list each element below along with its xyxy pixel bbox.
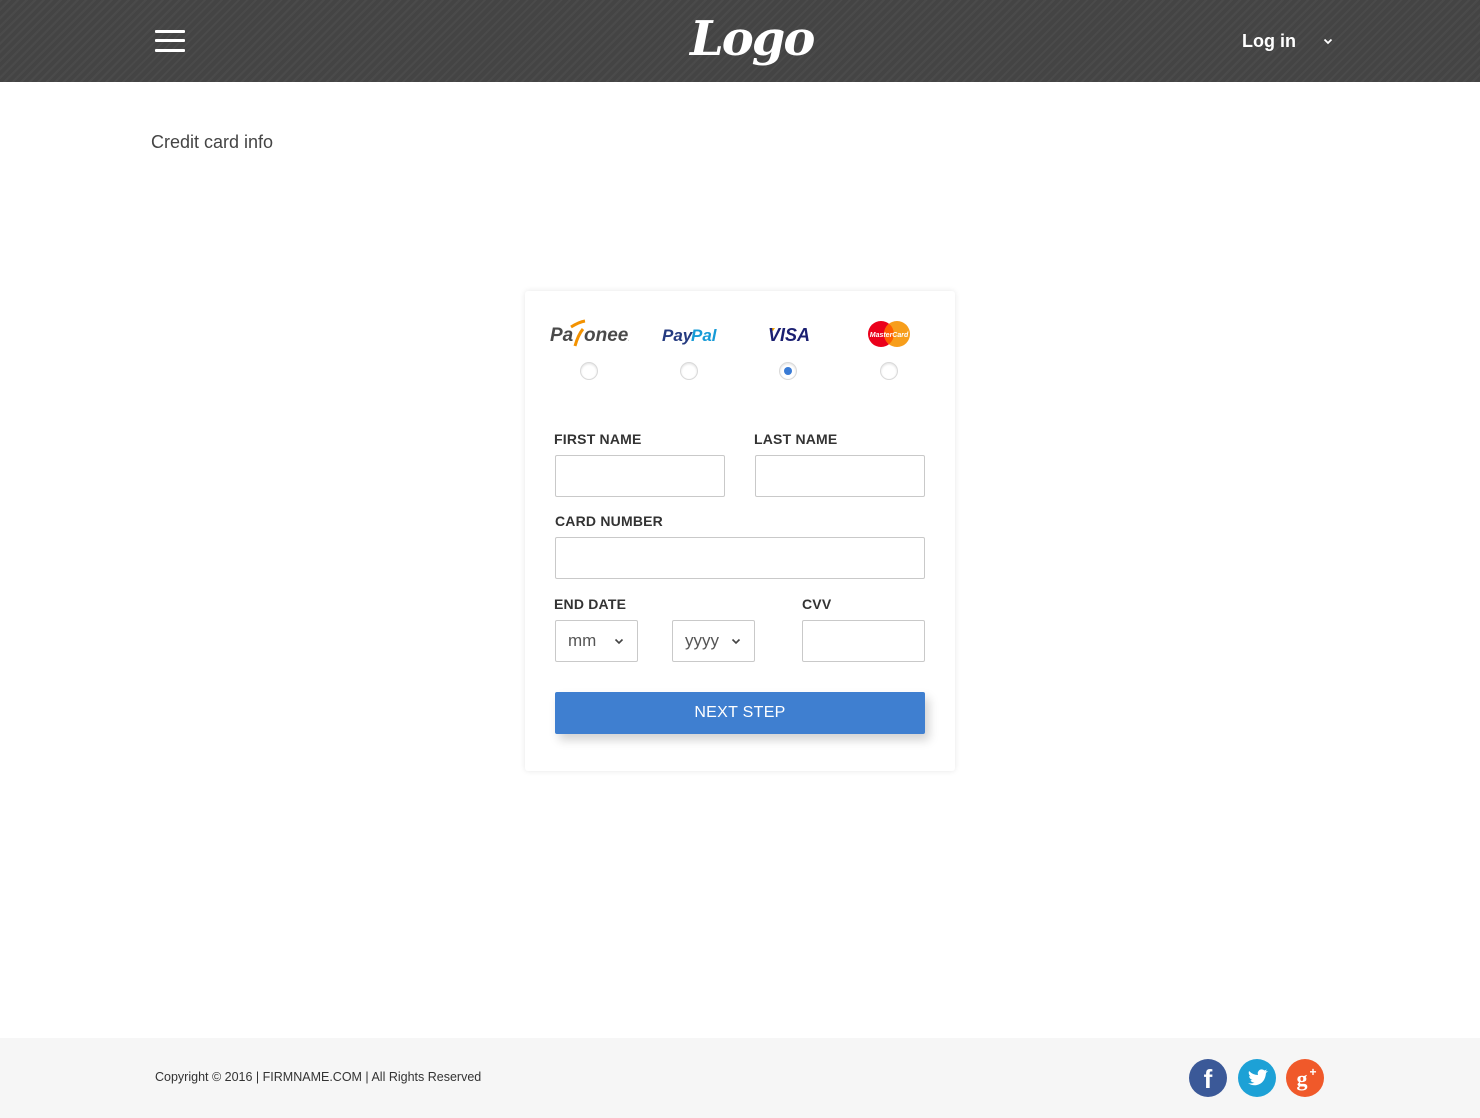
first-name-field[interactable] xyxy=(555,455,725,497)
month-select-value: mm xyxy=(568,631,597,650)
cvv-label: CVV xyxy=(802,596,832,612)
next-step-button[interactable]: NEXT STEP xyxy=(555,692,925,734)
svg-text:+: + xyxy=(1309,1065,1316,1079)
visa-logo-icon[interactable]: VISA xyxy=(744,319,834,349)
first-name-label: FIRST NAME xyxy=(554,431,642,447)
google-plus-icon[interactable]: g + xyxy=(1286,1059,1324,1097)
month-select[interactable]: mm xyxy=(555,620,638,662)
payoneer-logo-icon[interactable]: Pa oneer xyxy=(544,319,634,349)
svg-text:Pal: Pal xyxy=(691,326,718,345)
site-logo[interactable]: Logo xyxy=(690,6,815,72)
hamburger-menu-icon[interactable] xyxy=(155,29,185,53)
chevron-down-icon xyxy=(614,638,624,645)
visa-radio[interactable] xyxy=(779,362,797,380)
svg-text:f: f xyxy=(1204,1064,1213,1094)
page-title: Credit card info xyxy=(151,132,274,152)
facebook-icon[interactable]: f xyxy=(1189,1059,1227,1097)
copyright-text: Copyright © 2016 | FIRMNAME.COM | All Ri… xyxy=(155,1070,482,1084)
twitter-icon[interactable] xyxy=(1238,1059,1276,1097)
login-dropdown[interactable]: Log in xyxy=(1242,28,1334,54)
footer: Copyright © 2016 | FIRMNAME.COM | All Ri… xyxy=(0,1038,1480,1118)
svg-text:Pay: Pay xyxy=(662,326,694,345)
paypal-radio[interactable] xyxy=(680,362,698,380)
mastercard-logo-icon[interactable]: MasterCard xyxy=(844,319,934,349)
card-number-label: CARD NUMBER xyxy=(555,513,663,529)
last-name-label: LAST NAME xyxy=(754,431,838,447)
year-select[interactable]: yyyy xyxy=(672,620,755,662)
payoneer-radio[interactable] xyxy=(580,362,598,380)
last-name-field[interactable] xyxy=(755,455,925,497)
svg-text:VISA: VISA xyxy=(768,325,810,345)
svg-text:Pa: Pa xyxy=(550,325,574,346)
chevron-down-icon xyxy=(731,638,741,645)
year-select-value: yyyy xyxy=(685,631,719,650)
cvv-field[interactable] xyxy=(802,620,925,662)
paypal-logo-icon[interactable]: Pay Pal xyxy=(644,319,734,349)
mastercard-radio[interactable] xyxy=(880,362,898,380)
svg-text:MasterCard: MasterCard xyxy=(870,332,909,339)
chevron-down-icon xyxy=(1323,38,1333,45)
svg-text:oneer: oneer xyxy=(584,325,629,346)
card-number-field[interactable] xyxy=(555,537,925,579)
end-date-label: END DATE xyxy=(554,596,627,612)
svg-text:g: g xyxy=(1297,1066,1308,1091)
login-label: Log in xyxy=(1242,30,1296,51)
top-header: Logo Log in xyxy=(0,0,1480,82)
payment-card: Pa oneer Pay Pal VISA MasterCard FIRST N… xyxy=(525,291,955,771)
